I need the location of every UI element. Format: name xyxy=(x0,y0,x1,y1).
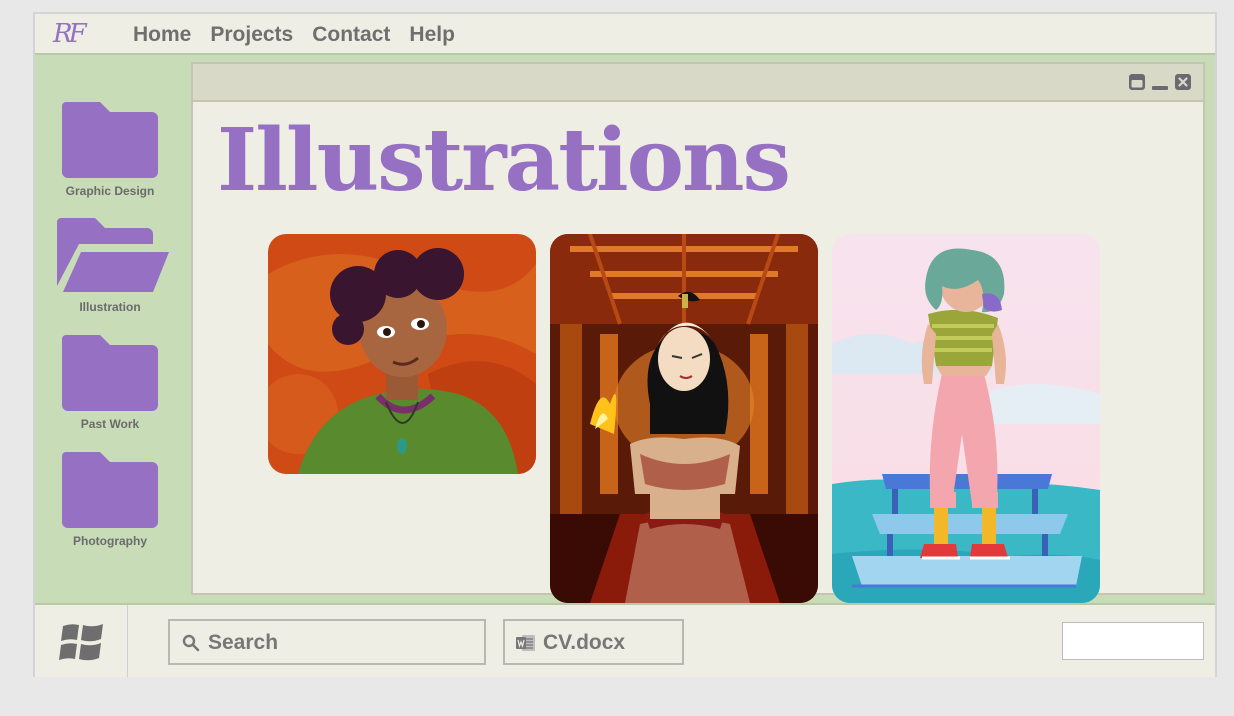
illustration-card-1[interactable] xyxy=(268,234,536,474)
folder-label: Graphic Design xyxy=(65,184,155,198)
minimize-icon[interactable] xyxy=(1152,74,1168,90)
illustration-card-2[interactable] xyxy=(550,234,818,603)
maximize-icon[interactable] xyxy=(1129,74,1145,90)
folder-photography[interactable]: Photography xyxy=(35,452,185,548)
search-input[interactable]: Search xyxy=(168,619,486,665)
document-name: CV.docx xyxy=(543,631,626,654)
sidebar: Graphic Design Illustration Past Work Ph… xyxy=(35,55,191,603)
open-folder-icon xyxy=(57,218,169,292)
taskbar-cv-document[interactable]: CV.docx xyxy=(503,619,684,665)
folder-past-work[interactable]: Past Work xyxy=(35,335,185,431)
nav-help-link[interactable]: Help xyxy=(409,23,455,47)
nav-contact-link[interactable]: Contact xyxy=(312,23,390,47)
search-placeholder: Search xyxy=(208,631,279,654)
illustration-image xyxy=(268,234,536,474)
folder-graphic-design[interactable]: Graphic Design xyxy=(35,102,185,198)
illustration-card-3[interactable] xyxy=(832,234,1100,603)
nav-projects-link[interactable]: Projects xyxy=(210,23,293,47)
nav-home-link[interactable]: Home xyxy=(133,23,191,47)
search-icon xyxy=(182,634,200,652)
top-nav-bar: RF Home Projects Contact Help xyxy=(35,14,1215,55)
folder-label: Illustration xyxy=(79,300,141,314)
site-logo[interactable]: RF xyxy=(53,19,87,49)
taskbar: Search CV.docx xyxy=(35,603,1215,677)
desktop-frame: RF Home Projects Contact Help Graphic De… xyxy=(33,12,1217,677)
word-doc-icon xyxy=(516,635,535,651)
folder-icon xyxy=(62,102,158,178)
folder-icon xyxy=(62,335,158,411)
folder-label: Photography xyxy=(73,534,147,548)
folder-illustration[interactable]: Illustration xyxy=(35,218,185,314)
window-title-bar[interactable] xyxy=(193,64,1203,102)
page-title: Illustrations xyxy=(217,110,791,211)
illustration-image xyxy=(832,234,1100,603)
start-button[interactable] xyxy=(35,605,128,677)
folder-label: Past Work xyxy=(80,417,140,431)
nav-menu: Home Projects Contact Help xyxy=(133,23,455,47)
system-tray-box[interactable] xyxy=(1062,622,1204,660)
windows-logo-icon xyxy=(59,624,103,661)
folder-icon xyxy=(62,452,158,528)
close-icon[interactable] xyxy=(1175,74,1191,90)
illustration-image xyxy=(550,234,818,603)
